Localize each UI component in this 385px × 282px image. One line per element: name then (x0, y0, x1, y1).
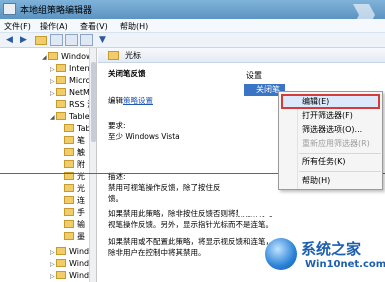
tree-item[interactable]: 连 (58, 195, 85, 206)
menu-item-filter-options[interactable]: 筛选器选项(O)... (302, 123, 362, 137)
menu-file[interactable]: 文件(F) (4, 21, 31, 32)
folder-icon (56, 112, 66, 120)
menu-item-all-tasks[interactable]: 所有任务(K) (302, 155, 346, 169)
folder-icon (56, 259, 66, 267)
menu-item-reapply-filter[interactable]: 重新应用筛选器(R) (302, 137, 370, 151)
tree-item[interactable]: 附 (58, 159, 85, 170)
folder-up-icon[interactable] (35, 36, 47, 45)
policy-name: 关闭笔反馈 (108, 69, 146, 78)
tree-item[interactable]: 手 (58, 207, 85, 218)
watermark-brand: 系统之家 (301, 240, 362, 258)
folder-icon (64, 232, 74, 240)
tree-item[interactable]: ▷ Intern (50, 63, 93, 74)
folder-icon (48, 52, 58, 60)
folder-icon (56, 76, 66, 84)
show-hide-tree-icon[interactable] (50, 34, 63, 46)
tree-pane: ◢ Windows ▷ Intern ▷ Micro ▷ NetM RSS 源 ◢ Tab… (0, 48, 97, 282)
folder-icon (56, 247, 66, 255)
folder-icon (108, 51, 119, 60)
folder-icon (64, 124, 74, 132)
tree-item[interactable]: 输 (58, 219, 85, 230)
context-menu: 编辑(E) 打开筛选器(F) 筛选器选项(O)... 重新应用筛选器(R) 所有… (278, 91, 383, 190)
folder-icon (56, 271, 66, 279)
edit-policy-row: 编辑策略设置 (108, 95, 153, 106)
scrollbar-thumb[interactable] (91, 62, 96, 142)
tree-item[interactable]: ◢ Tablet (50, 111, 93, 122)
requirements-value: 至少 Windows Vista (108, 132, 180, 141)
tree-item[interactable]: ▷ NetM (50, 87, 90, 98)
tree-item[interactable]: ▷ Micro (50, 75, 91, 86)
tree-item[interactable]: ▷ Windo (50, 270, 94, 281)
back-arrow-icon[interactable]: ◀ (3, 34, 16, 46)
watermark-globe-icon (265, 238, 297, 270)
description-line: 馈。 (108, 194, 123, 203)
menu-item-open-filter[interactable]: 打开筛选器(F) (302, 109, 353, 123)
tree-item[interactable]: ▷ Windo (50, 258, 94, 269)
tree-item[interactable]: 触 (58, 147, 85, 158)
window-title: 本地组策略编辑器 (20, 6, 93, 16)
content-header-label: 光标 (125, 51, 141, 60)
watermark: 系统之家 Win10net.com (265, 226, 385, 282)
requirements-label: 要求: (108, 121, 126, 130)
menu-action[interactable]: 操作(A) (40, 21, 68, 32)
tree-scrollbar[interactable] (89, 48, 96, 282)
policy-settings-link[interactable]: 策略设置 (123, 96, 153, 105)
menu-highlight (281, 94, 380, 109)
folder-icon (64, 148, 74, 156)
properties-icon[interactable] (65, 34, 78, 46)
folder-icon (64, 220, 74, 228)
tree-item[interactable]: 光 (58, 183, 85, 194)
menu-view[interactable]: 查看(V) (80, 21, 108, 32)
folder-icon (64, 160, 74, 168)
tree-item[interactable]: ▷ Windo (50, 246, 94, 257)
folder-icon (64, 196, 74, 204)
app-icon (3, 3, 16, 15)
menu-separator (299, 153, 381, 154)
content-header: 光标 (98, 48, 385, 63)
toolbar: ◀ ▶ ▼ (0, 33, 385, 48)
menu-separator (299, 171, 381, 172)
forward-arrow-icon[interactable]: ▶ (17, 34, 30, 46)
menu-item-help[interactable]: 帮助(H) (302, 174, 330, 188)
folder-icon (56, 100, 66, 108)
folder-icon (64, 184, 74, 192)
tree-item[interactable]: 笔 (58, 135, 85, 146)
filter-icon[interactable]: ▼ (96, 34, 109, 46)
edit-prefix: 编辑 (108, 96, 123, 105)
folder-icon (64, 208, 74, 216)
folder-icon (56, 64, 66, 72)
menu-bar: 文件(F) 操作(A) 查看(V) 帮助(H) (0, 19, 385, 33)
watermark-site: Win10net.com (305, 259, 385, 270)
tree-item[interactable]: 墨 (58, 231, 85, 242)
description-line: 禁用可视笔操作反馈，除了按住反 (108, 183, 221, 192)
help-icon[interactable] (80, 34, 93, 46)
menu-help[interactable]: 帮助(H) (120, 21, 148, 32)
folder-icon (64, 136, 74, 144)
title-bar: 本地组策略编辑器 (0, 0, 385, 26)
settings-column-header[interactable]: 设置 (246, 70, 262, 81)
menu-item-edit[interactable]: 编辑(E) (302, 95, 329, 109)
tree-item[interactable]: Tabl (58, 123, 93, 134)
folder-icon (56, 88, 66, 96)
